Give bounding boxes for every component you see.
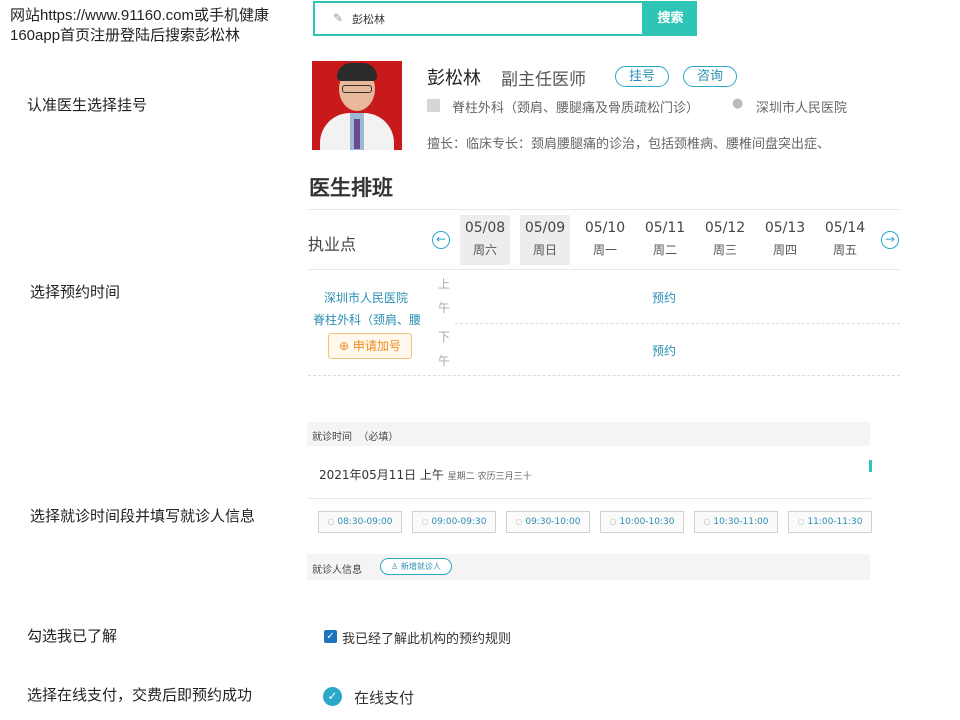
schedule-bottom-divider — [308, 375, 900, 376]
time-slot[interactable]: ○ 10:30-11:00 — [694, 511, 778, 533]
site-department[interactable]: 脊柱外科（颈肩、腰 — [313, 311, 421, 328]
visit-time-label: 就诊时间 （必填） — [312, 432, 399, 443]
day-column[interactable]: 05/10 周一 — [580, 215, 630, 265]
day-column[interactable]: 05/08 周六 — [460, 215, 510, 265]
day-column[interactable]: 05/09 周日 — [520, 215, 570, 265]
doctor-title: 副主任医师 — [501, 70, 586, 90]
note-choose-slot: 选择就诊时间段并填写就诊人信息 — [30, 508, 256, 525]
morning-label: 上午 — [438, 277, 451, 315]
ampm-divider — [455, 323, 900, 324]
note-choose-doctor: 认准医生选择挂号 — [27, 97, 148, 114]
afternoon-book-link[interactable]: 预约 — [652, 342, 676, 359]
afternoon-label: 下午 — [438, 330, 451, 368]
time-slot[interactable]: ○ 11:00-11:30 — [788, 511, 872, 533]
apply-extra-button[interactable]: ⊕ 申请加号 — [328, 333, 412, 359]
agree-label[interactable]: 我已经了解此机构的预约规则 — [342, 628, 511, 647]
next-week-icon[interactable]: → — [881, 231, 899, 249]
search-value: 彭松林 — [352, 13, 385, 26]
visit-date-divider — [308, 498, 871, 499]
day-column[interactable]: 05/11 周二 — [640, 215, 690, 265]
add-patient-button[interactable]: ♙ 新增就诊人 — [380, 558, 452, 575]
visit-date: 2021年05月11日 上午 星期二 农历三月三十 — [319, 468, 532, 482]
day-column[interactable]: 05/12 周三 — [700, 215, 750, 265]
agree-checkbox[interactable]: ✓ — [324, 630, 337, 643]
doctor-photo — [312, 61, 402, 150]
location-pin-icon: ● — [732, 96, 744, 111]
register-button[interactable]: 挂号 — [615, 66, 669, 87]
morning-book-link[interactable]: 预约 — [652, 289, 676, 306]
doctor-hospital[interactable]: 深圳市人民医院 — [756, 97, 847, 116]
doctor-skill: 擅长：临床专长：颈肩腰腿痛的诊治，包括颈椎病、腰椎间盘突出症、 — [427, 137, 831, 152]
note-choose-time: 选择预约时间 — [30, 284, 121, 301]
search-button[interactable]: 搜索 — [644, 1, 697, 36]
day-column[interactable]: 05/14 周五 — [820, 215, 870, 265]
schedule-title: 医生排班 — [309, 176, 393, 200]
site-hospital[interactable]: 深圳市人民医院 — [324, 289, 408, 306]
note-pay-online: 选择在线支付，交费后即预约成功 — [27, 687, 253, 704]
time-slot[interactable]: ○ 09:00-09:30 — [412, 511, 496, 533]
pencil-icon: ✎ — [333, 11, 344, 25]
schedule-top-divider — [308, 209, 900, 210]
patient-info-label: 就诊人信息 — [312, 565, 362, 576]
department-icon — [427, 99, 440, 112]
scrollbar[interactable] — [869, 460, 872, 472]
prev-week-icon[interactable]: ← — [432, 231, 450, 249]
day-column[interactable]: 05/13 周四 — [760, 215, 810, 265]
doctor-department: 脊柱外科（颈肩、腰腿痛及骨质疏松门诊） — [452, 101, 700, 116]
time-slot[interactable]: ○ 08:30-09:00 — [318, 511, 402, 533]
time-slot[interactable]: ○ 10:00-10:30 — [600, 511, 684, 533]
note-check-rules: 勾选我已了解 — [27, 628, 118, 645]
consult-button[interactable]: 咨询 — [683, 66, 737, 87]
time-slot[interactable]: ○ 09:30-10:00 — [506, 511, 590, 533]
search-input[interactable]: ✎ 彭松林 — [313, 1, 644, 36]
online-pay-option[interactable]: 在线支付 — [354, 687, 414, 708]
check-circle-icon[interactable]: ✓ — [323, 687, 342, 706]
schedule-header-divider — [308, 269, 900, 270]
doctor-name[interactable]: 彭松林 — [427, 64, 481, 90]
schedule-column-header: 执业点 — [308, 235, 357, 254]
note-search-hint: 网站https://www.91160.com或手机健康160app首页注册登陆… — [10, 7, 269, 44]
